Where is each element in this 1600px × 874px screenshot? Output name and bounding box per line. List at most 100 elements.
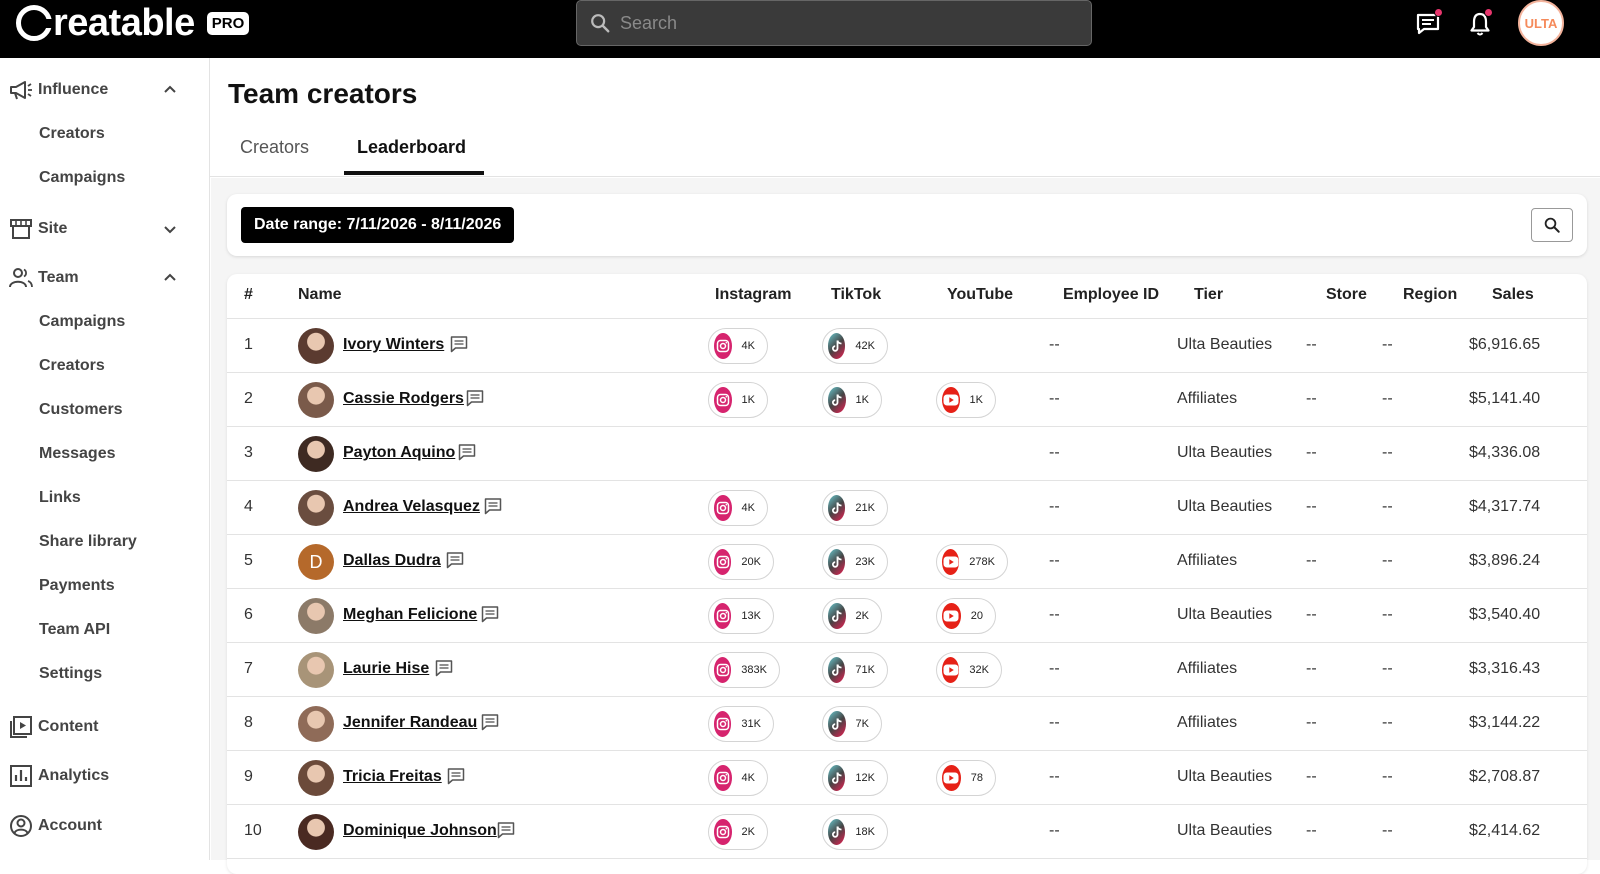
youtube-pill[interactable]: 78 xyxy=(936,760,996,796)
message-creator-button[interactable] xyxy=(446,766,466,786)
message-creator-button[interactable] xyxy=(480,604,500,624)
message-creator-button[interactable] xyxy=(457,442,477,462)
tiktok-pill[interactable]: 12K xyxy=(822,760,888,796)
sidebar-item-team-api[interactable]: Team API xyxy=(39,621,110,639)
sidebar-item-team-share-library[interactable]: Share library xyxy=(39,533,137,551)
sidebar-item-team-creators[interactable]: Creators xyxy=(39,357,105,375)
creator-name-link[interactable]: Ivory Winters xyxy=(343,336,444,354)
tiktok-pill[interactable]: 1K xyxy=(822,382,882,418)
creator-name-link[interactable]: Meghan Felicione xyxy=(343,606,477,624)
column-header-name[interactable]: Name xyxy=(298,286,342,304)
instagram-pill[interactable]: 31K xyxy=(708,706,774,742)
instagram-pill[interactable]: 4K xyxy=(708,760,768,796)
sidebar-item-team-links[interactable]: Links xyxy=(39,489,81,507)
global-search[interactable] xyxy=(576,0,1092,46)
column-header-region[interactable]: Region xyxy=(1403,286,1457,304)
column-header-employee-id[interactable]: Employee ID xyxy=(1063,286,1159,304)
creator-name-link[interactable]: Payton Aquino xyxy=(343,444,455,462)
message-creator-button[interactable] xyxy=(434,658,454,678)
creator-name-link[interactable]: Jennifer Randeau xyxy=(343,714,477,732)
instagram-pill[interactable]: 383K xyxy=(708,652,780,688)
tiktok-pill[interactable]: 18K xyxy=(822,814,888,850)
sidebar-section-influence[interactable]: Influence xyxy=(0,72,210,108)
table-row[interactable]: 9 Tricia Freitas 4K 12K 78 -- Ulta Beauties -- -… xyxy=(227,751,1587,805)
creator-name-link[interactable]: Andrea Velasquez xyxy=(343,498,480,516)
table-row[interactable]: 10 Dominique Johnson 2K 18K -- Ulta Beauties -… xyxy=(227,805,1587,859)
column-header-instagram[interactable]: Instagram xyxy=(715,286,791,304)
youtube-pill[interactable]: 32K xyxy=(936,652,1002,688)
sidebar-item-team-customers[interactable]: Customers xyxy=(39,401,123,419)
column-header-sales[interactable]: Sales xyxy=(1492,286,1534,304)
table-row[interactable]: 4 Andrea Velasquez 4K 21K -- Ulta Beauties -- -… xyxy=(227,481,1587,535)
tiktok-pill[interactable]: 71K xyxy=(822,652,888,688)
table-row[interactable]: 8 Jennifer Randeau 31K 7K -- Affiliates -- -- $3… xyxy=(227,697,1587,751)
column-header-store[interactable]: Store xyxy=(1326,286,1367,304)
tiktok-pill[interactable]: 7K xyxy=(822,706,882,742)
tiktok-pill[interactable]: 42K xyxy=(822,328,888,364)
instagram-pill[interactable]: 2K xyxy=(708,814,768,850)
message-creator-button[interactable] xyxy=(449,334,469,354)
sidebar-item-influence-creators[interactable]: Creators xyxy=(39,125,105,143)
tiktok-pill[interactable]: 2K xyxy=(822,598,882,634)
sidebar-item-team-settings[interactable]: Settings xyxy=(39,665,102,683)
instagram-pill[interactable]: 1K xyxy=(708,382,768,418)
instagram-pill[interactable]: 4K xyxy=(708,490,768,526)
table-row[interactable]: 1 Ivory Winters 4K 42K -- Ulta Beauties -- -- $6… xyxy=(227,319,1587,373)
message-creator-button[interactable] xyxy=(465,388,485,408)
account-avatar[interactable]: ULTA xyxy=(1518,0,1564,46)
table-row[interactable]: 6 Meghan Felicione 13K 2K 20 -- Ulta Beauties -… xyxy=(227,589,1587,643)
instagram-pill[interactable]: 4K xyxy=(708,328,768,364)
creator-name-link[interactable]: Dallas Dudra xyxy=(343,552,441,570)
table-search-button[interactable] xyxy=(1531,208,1573,242)
avatar[interactable] xyxy=(298,436,334,472)
message-creator-button[interactable] xyxy=(445,550,465,570)
message-creator-button[interactable] xyxy=(483,496,503,516)
youtube-pill[interactable]: 20 xyxy=(936,598,996,634)
sidebar-item-team-payments[interactable]: Payments xyxy=(39,577,115,595)
avatar[interactable] xyxy=(298,328,334,364)
avatar[interactable] xyxy=(298,490,334,526)
table-row[interactable]: 7 Laurie Hise 383K 71K 32K -- Affiliates -- -- $3… xyxy=(227,643,1587,697)
instagram-pill[interactable]: 13K xyxy=(708,598,774,634)
youtube-pill[interactable]: 278K xyxy=(936,544,1008,580)
avatar[interactable] xyxy=(298,652,334,688)
avatar[interactable] xyxy=(298,598,334,634)
avatar[interactable] xyxy=(298,382,334,418)
creator-name-link[interactable]: Dominique Johnson xyxy=(343,822,497,840)
notifications-button[interactable] xyxy=(1466,8,1496,40)
column-header-youtube[interactable]: YouTube xyxy=(947,286,1013,304)
search-input[interactable] xyxy=(620,12,1080,34)
sidebar-item-influence-campaigns[interactable]: Campaigns xyxy=(39,169,125,187)
instagram-pill[interactable]: 20K xyxy=(708,544,774,580)
tiktok-pill[interactable]: 23K xyxy=(822,544,888,580)
table-row[interactable]: 3 Payton Aquino -- Ulta Beauties -- -- $4,336.… xyxy=(227,427,1587,481)
date-range-button[interactable]: Date range: 7/11/2026 - 8/11/2026 xyxy=(241,207,515,243)
sidebar-item-team-messages[interactable]: Messages xyxy=(39,445,116,463)
message-creator-button[interactable] xyxy=(480,712,500,732)
logo[interactable]: reatable PRO xyxy=(16,4,250,42)
rank-cell: 3 xyxy=(244,444,253,461)
tab-creators[interactable]: Creators xyxy=(240,137,309,158)
creator-name-link[interactable]: Tricia Freitas xyxy=(343,768,442,786)
creator-name-link[interactable]: Cassie Rodgers xyxy=(343,390,464,408)
messages-button[interactable] xyxy=(1414,8,1444,40)
sidebar-section-site[interactable]: Site xyxy=(0,211,210,247)
sidebar-section-account[interactable]: Account xyxy=(0,808,210,844)
sidebar-section-team[interactable]: Team xyxy=(0,260,210,296)
message-creator-button[interactable] xyxy=(496,820,516,840)
sidebar-section-content[interactable]: Content xyxy=(0,709,210,745)
sidebar-item-team-campaigns[interactable]: Campaigns xyxy=(39,313,125,331)
avatar[interactable] xyxy=(298,760,334,796)
tab-leaderboard[interactable]: Leaderboard xyxy=(357,137,466,158)
tiktok-pill[interactable]: 21K xyxy=(822,490,888,526)
avatar[interactable]: D xyxy=(298,544,334,580)
youtube-pill[interactable]: 1K xyxy=(936,382,996,418)
table-row[interactable]: 2 Cassie Rodgers 1K 1K 1K -- Affiliates -- -- $5,… xyxy=(227,373,1587,427)
avatar[interactable] xyxy=(298,814,334,850)
avatar[interactable] xyxy=(298,706,334,742)
column-header-tier[interactable]: Tier xyxy=(1194,286,1223,304)
sidebar-section-analytics[interactable]: Analytics xyxy=(0,758,210,794)
creator-name-link[interactable]: Laurie Hise xyxy=(343,660,429,678)
table-row[interactable]: 5 D Dallas Dudra 20K 23K 278K -- Affiliates -- --… xyxy=(227,535,1587,589)
column-header-tiktok[interactable]: TikTok xyxy=(831,286,881,304)
